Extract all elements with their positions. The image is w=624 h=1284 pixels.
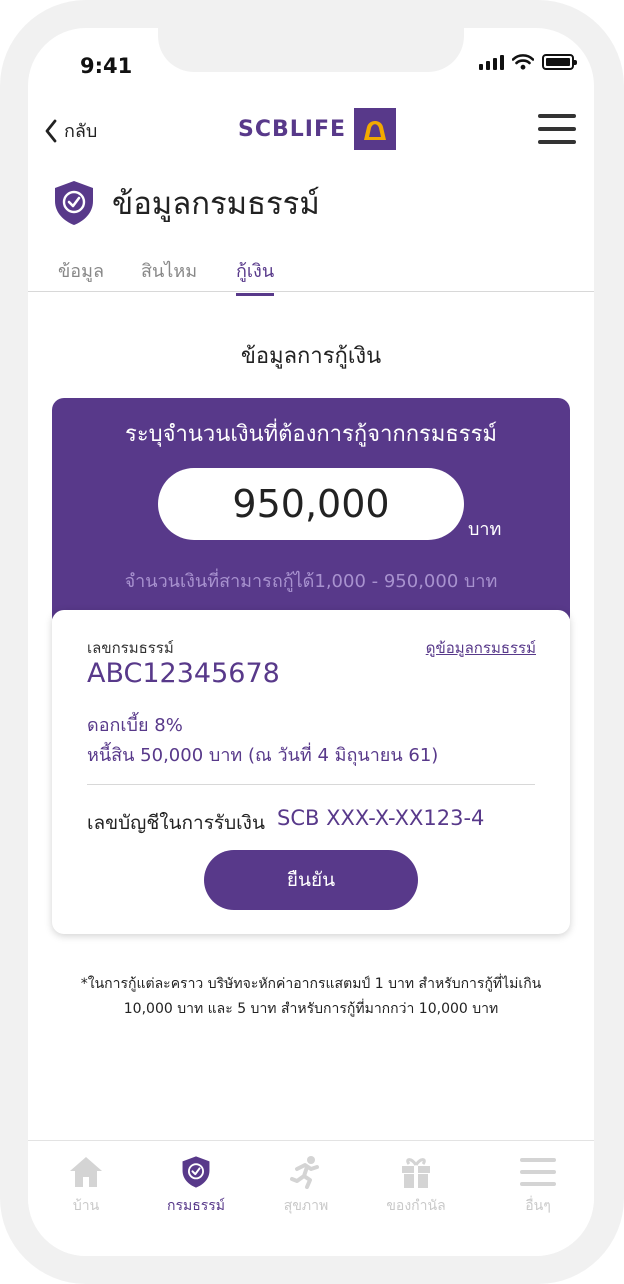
policy-number-label: เลขกรมธรรม์	[87, 639, 174, 657]
tab-loan[interactable]: กู้เงิน	[236, 256, 275, 296]
divider	[87, 784, 535, 785]
loan-amount-input[interactable]: 950,000	[158, 468, 464, 540]
bottom-tab-rewards[interactable]: ของกำนัล	[361, 1155, 471, 1217]
shield-check-icon	[55, 181, 93, 225]
brand-logo: SCBLIFE	[238, 108, 397, 150]
bottom-tab-policy[interactable]: กรมธรรม์	[141, 1155, 251, 1217]
gift-icon	[402, 1158, 430, 1188]
chevron-left-icon	[45, 119, 57, 142]
tab-info[interactable]: ข้อมูล	[58, 256, 104, 293]
amount-unit: บาท	[468, 519, 502, 540]
stamp-duty-footnote: *ในการกู้แต่ละคราว บริษัทจะหักค่าอากรแสต…	[58, 972, 564, 1022]
loan-range-text: จำนวนเงินที่สามารถกู้ได้1,000 - 950,000 …	[124, 571, 498, 592]
cellular-signal-icon	[479, 54, 504, 70]
loan-heading: ระบุจำนวนเงินที่ต้องการกู้จากกรมธรรม์	[125, 422, 497, 447]
account-number: SCB XXX-X-XX123-4	[277, 806, 485, 830]
footnote-line-1: *ในการกู้แต่ละคราว บริษัทจะหักค่าอากรแสต…	[80, 976, 542, 992]
app-screen: 9:41 กลับ SCBLIFE ข้อมูลกรมธรรม์ ข้อมูล …	[28, 28, 594, 1256]
interest-rate: ดอกเบี้ย 8%	[87, 715, 183, 736]
bottom-tab-health[interactable]: สุขภาพ	[251, 1155, 361, 1217]
nav-bar: กลับ SCBLIFE	[28, 104, 594, 164]
back-button[interactable]: กลับ	[44, 116, 97, 145]
menu-icon	[520, 1158, 556, 1186]
status-time: 9:41	[80, 54, 133, 78]
footnote-line-2: 10,000 บาท และ 5 บาท สำหรับการกู้ที่มากก…	[123, 1001, 499, 1017]
shield-check-icon	[182, 1156, 210, 1188]
loan-amount-card: ระบุจำนวนเงินที่ต้องการกู้จากกรมธรรม์ 95…	[52, 398, 570, 628]
page-header: ข้อมูลกรมธรรม์	[52, 178, 320, 228]
hamburger-menu-button[interactable]	[538, 114, 576, 144]
tab-claims[interactable]: สินไหม	[141, 256, 197, 293]
bottom-tab-more[interactable]: อื่นๆ	[483, 1155, 593, 1217]
running-person-icon	[290, 1156, 319, 1189]
status-icons	[479, 54, 577, 70]
bottom-tab-label: อื่นๆ	[525, 1198, 551, 1214]
battery-icon	[542, 54, 577, 70]
page-title: ข้อมูลกรมธรรม์	[112, 186, 320, 222]
brand-name: SCBLIFE	[238, 116, 347, 142]
policy-info-card: เลขกรมธรรม์ ดูข้อมูลกรมธรรม์ ABC12345678…	[52, 610, 570, 934]
scb-emblem-icon	[354, 108, 397, 150]
bottom-tab-label: สุขภาพ	[283, 1198, 329, 1214]
account-label: เลขบัญชีในการรับเงิน	[87, 812, 265, 834]
view-policy-link[interactable]: ดูข้อมูลกรมธรรม์	[426, 636, 536, 660]
wifi-icon	[512, 54, 534, 70]
policy-number: ABC12345678	[87, 658, 280, 689]
bottom-tab-label: บ้าน	[72, 1198, 100, 1214]
confirm-button[interactable]: ยืนยัน	[204, 850, 418, 910]
home-icon	[70, 1157, 102, 1187]
bottom-tab-label: ของกำนัล	[386, 1198, 446, 1214]
back-label: กลับ	[64, 121, 98, 142]
tab-bar: ข้อมูล สินไหม กู้เงิน	[28, 252, 594, 296]
bottom-tab-label: กรมธรรม์	[166, 1198, 226, 1214]
device-notch	[158, 28, 464, 72]
bottom-tab-home[interactable]: บ้าน	[31, 1155, 141, 1217]
bottom-tab-bar: บ้าน กรมธรรม์ สุขภาพ ของกำนัล อื่นๆ	[28, 1140, 594, 1256]
section-title: ข้อมูลการกู้เงิน	[240, 344, 382, 369]
outstanding-debt: หนี้สิน 50,000 บาท (ณ วันที่ 4 มิถุนายน …	[87, 745, 439, 766]
